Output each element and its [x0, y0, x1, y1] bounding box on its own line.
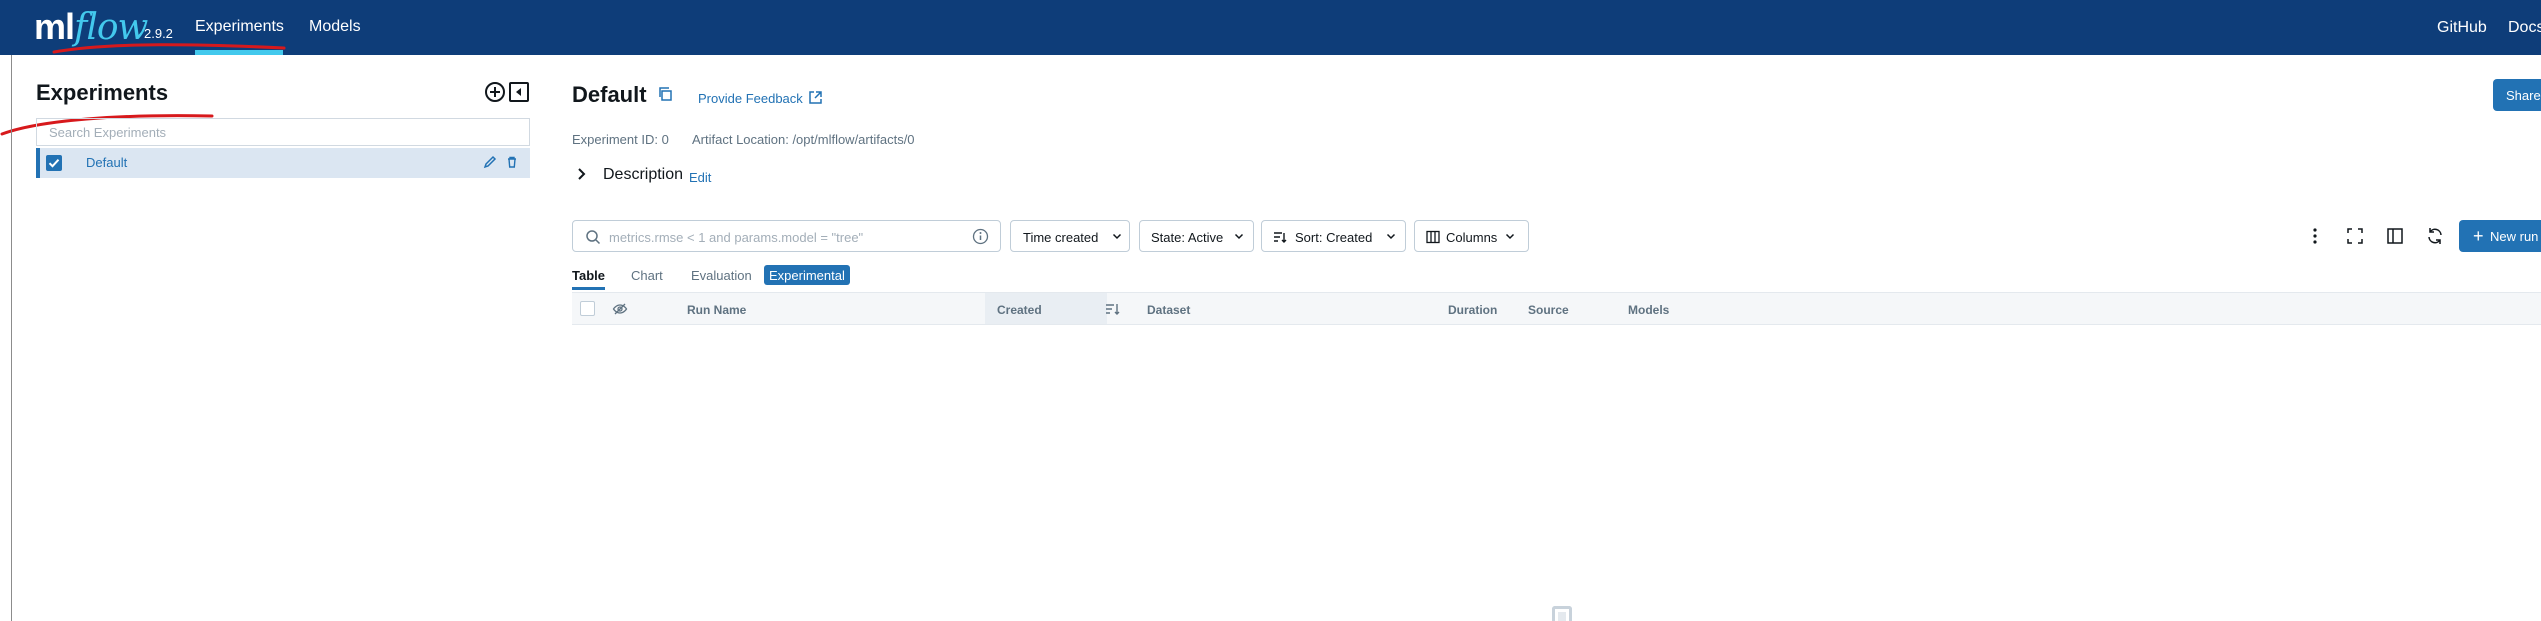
description-edit-link[interactable]: Edit [689, 170, 711, 185]
mlflow-logo[interactable]: mlflow [34, 6, 148, 48]
runs-table-header: Run Name Created Dataset Duration Source… [572, 292, 2541, 325]
select-all-checkbox[interactable] [580, 301, 595, 316]
sidebar-toggle-icon[interactable] [2386, 226, 2404, 246]
new-run-label: New run [2490, 229, 2539, 244]
state-filter-label: State: Active [1151, 230, 1224, 245]
logo-flow: flow [74, 7, 148, 48]
tab-table[interactable]: Table [572, 268, 605, 283]
columns-icon [1426, 230, 1440, 244]
new-run-button[interactable]: + New run [2459, 220, 2541, 252]
search-icon [586, 230, 601, 245]
experiment-list-item[interactable]: Default [36, 148, 530, 178]
column-duration[interactable]: Duration [1448, 303, 1497, 317]
column-dataset[interactable]: Dataset [1147, 303, 1190, 317]
time-created-label: Time created [1023, 230, 1099, 245]
tab-evaluation[interactable]: Evaluation [691, 268, 752, 283]
search-experiments-placeholder: Search Experiments [49, 125, 167, 140]
chevron-right-icon[interactable] [576, 167, 588, 181]
trash-icon[interactable] [504, 154, 520, 170]
edit-icon[interactable] [482, 154, 498, 170]
loading-spinner-inner [1558, 612, 1566, 621]
chevron-down-icon [1505, 233, 1515, 240]
runs-search-input[interactable]: metrics.rmse < 1 and params.model = "tre… [572, 220, 1001, 252]
add-experiment-icon [485, 82, 505, 102]
column-created[interactable]: Created [997, 303, 1042, 317]
nav-experiments[interactable]: Experiments [195, 18, 284, 36]
experiment-id: Experiment ID: 0 [572, 132, 669, 147]
version-label: 2.9.2 [144, 26, 173, 41]
columns-label: Columns [1446, 230, 1498, 245]
runs-search-placeholder: metrics.rmse < 1 and params.model = "tre… [609, 230, 864, 245]
checkbox-icon[interactable] [46, 155, 62, 171]
artifact-location: Artifact Location: /opt/mlflow/artifacts… [692, 132, 915, 147]
chevron-down-icon [1386, 233, 1396, 240]
nav-active-indicator [195, 50, 283, 55]
sort-icon[interactable] [1105, 301, 1121, 317]
external-link-icon[interactable] [808, 90, 823, 105]
sort-dropdown[interactable]: Sort: Created [1261, 220, 1406, 252]
kebab-menu-icon[interactable] [2306, 226, 2324, 246]
top-navigation-bar: mlflow 2.9.2 Experiments Models GitHub D… [0, 0, 2541, 55]
provide-feedback-link[interactable]: Provide Feedback [698, 91, 803, 106]
plus-icon: + [2473, 226, 2484, 246]
fullscreen-icon[interactable] [2346, 226, 2364, 246]
share-button-label: Share [2506, 88, 2541, 103]
search-experiments-input[interactable]: Search Experiments [36, 118, 530, 146]
description-toggle[interactable]: Description [603, 166, 683, 184]
refresh-icon[interactable] [2426, 226, 2444, 246]
chevron-down-icon [1234, 233, 1244, 240]
sort-label: Sort: Created [1295, 230, 1373, 245]
column-run-name[interactable]: Run Name [687, 303, 746, 317]
sidebar-border [11, 55, 12, 621]
chevron-down-icon [1112, 233, 1122, 240]
tab-active-indicator [572, 287, 605, 290]
page-title: Default [572, 82, 647, 107]
column-source[interactable]: Source [1528, 303, 1569, 317]
add-experiment-button[interactable] [484, 81, 506, 103]
tab-chart[interactable]: Chart [631, 268, 663, 283]
nav-models[interactable]: Models [309, 18, 361, 36]
copy-icon[interactable] [657, 86, 673, 102]
columns-dropdown[interactable]: Columns [1414, 220, 1529, 252]
info-icon[interactable] [972, 228, 989, 245]
github-link[interactable]: GitHub [2437, 19, 2487, 37]
logo-ml: ml [34, 6, 75, 47]
sort-icon [1274, 232, 1287, 243]
column-models[interactable]: Models [1628, 303, 1669, 317]
experimental-badge: Experimental [764, 265, 850, 285]
eye-off-icon[interactable] [612, 301, 628, 317]
share-button[interactable]: Share [2493, 79, 2541, 111]
collapse-sidebar-icon [509, 82, 529, 102]
collapse-sidebar-button[interactable] [508, 81, 530, 103]
experiment-name: Default [86, 155, 128, 170]
state-filter-dropdown[interactable]: State: Active [1139, 220, 1254, 252]
docs-link[interactable]: Docs [2508, 19, 2541, 37]
time-created-dropdown[interactable]: Time created [1010, 220, 1130, 252]
sidebar-title: Experiments [36, 80, 169, 105]
